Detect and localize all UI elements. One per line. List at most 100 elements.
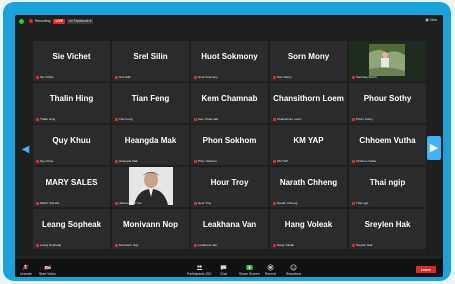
participant-tile[interactable]: Sie Vichet Sie Vichet (33, 41, 110, 81)
start-video-button[interactable]: Start Video (39, 264, 56, 276)
participant-label-text: Srel Silin (119, 75, 131, 79)
chevron-left-icon: ◀ (21, 144, 30, 155)
participant-label: Hang Voleak (273, 243, 294, 247)
participant-name: Thai ngip (369, 178, 406, 187)
participant-label: Sreylen Hak (352, 243, 372, 247)
muted-mic-icon (36, 75, 39, 79)
participant-label: Hour Troy (194, 201, 211, 205)
record-icon (267, 264, 274, 271)
participant-label: Sambaty Pedrh (352, 75, 377, 79)
smiley-icon (290, 264, 297, 271)
view-label: View (429, 18, 437, 22)
muted-mic-icon (36, 159, 39, 163)
camera-off-icon (44, 264, 51, 271)
participant-tile[interactable]: Phour Sothy Phour Sothy (349, 83, 426, 123)
security-shield-icon[interactable] (19, 18, 24, 24)
next-page-button[interactable]: ▶ (427, 136, 441, 160)
participant-name: Phour Sothy (363, 94, 412, 103)
participant-tile[interactable]: Sambaty Pedrh (349, 41, 426, 81)
participant-label-text: Hang Voleak (277, 243, 295, 247)
participant-label-text: Narath Chheng (277, 201, 298, 205)
reactions-button[interactable]: Reactions (286, 264, 301, 276)
muted-mic-icon (115, 117, 118, 121)
chat-bubble-icon (220, 265, 227, 271)
recording-label: Recording (35, 19, 51, 23)
unmute-label: Unmute (20, 272, 32, 276)
leave-meeting-button[interactable]: Leave (415, 266, 436, 273)
participant-label: Quy Khuu (36, 159, 53, 163)
participant-tile[interactable]: Jashan Janz Yeo (112, 167, 189, 207)
participant-name: KM YAP (293, 136, 324, 145)
participant-label-text: Sreylen Hak (356, 243, 373, 247)
participant-tile[interactable]: Srel Silin Srel Silin (112, 41, 189, 81)
participant-label-text: KM YAP (277, 159, 289, 163)
muted-mic-icon (352, 243, 355, 247)
participants-button[interactable]: Participants 252 (187, 264, 211, 276)
participant-name: Phon Sokhom (202, 136, 257, 145)
participant-tile[interactable]: KM YAP KM YAP (270, 125, 347, 165)
participant-tile[interactable]: Quy Khuu Quy Khuu (33, 125, 110, 165)
participant-label: Phour Sothy (352, 117, 373, 121)
participant-label: KM YAP (273, 159, 288, 163)
participant-tile[interactable]: Kem Chamnab Kem Chamnab (191, 83, 268, 123)
participant-label: Heangda Mak (115, 159, 138, 163)
participant-tile[interactable]: Tian Feng Tian Feng (112, 83, 189, 123)
participant-label: Kem Chamnab (194, 117, 218, 121)
participant-tile[interactable]: Leakhana Van Leakhana Van (191, 209, 268, 249)
participant-name: Chansithorn Loem (273, 94, 344, 103)
participant-tile[interactable]: MARY SALES MARY SALES (33, 167, 110, 207)
participant-tile[interactable]: Huot Sokmony Huot Sokmony (191, 41, 268, 81)
participant-name: Monivann Nop (122, 220, 179, 229)
muted-mic-icon (352, 117, 355, 121)
previous-page-button[interactable]: ◀ (21, 141, 30, 159)
participant-tile[interactable]: Sreylen Hak Sreylen Hak (349, 209, 426, 249)
participant-tile[interactable]: Hang Voleak Hang Voleak (270, 209, 347, 249)
view-button[interactable]: ▦ View (426, 18, 437, 22)
participant-name: Quy Khuu (52, 136, 91, 145)
reactions-label: Reactions (286, 272, 302, 276)
participant-tile[interactable]: Phon Sokhom Phon Sokhom (191, 125, 268, 165)
chat-button[interactable]: Chat (220, 264, 227, 276)
participant-tile[interactable]: Heangda Mak Heangda Mak (112, 125, 189, 165)
participant-label: MARY SALES (36, 201, 59, 205)
participant-label: Narath Chheng (273, 201, 297, 205)
participant-label-text: Kem Chamnab (198, 117, 219, 121)
participant-tile[interactable]: Monivann Nop Monivann Nop (112, 209, 189, 249)
participant-label-text: Sorn Mony (277, 75, 292, 79)
participant-tile[interactable]: Sorn Mony Sorn Mony (270, 41, 347, 81)
participant-name: Leang Sopheak (41, 220, 102, 229)
participant-label-text: Phour Sothy (356, 117, 373, 121)
participant-label: Leakhana Van (194, 243, 217, 247)
participant-name: Tian Feng (131, 94, 170, 103)
device-frame: Recording LIVE on Facebook ▾ ▦ View ◀ Si… (3, 2, 451, 281)
participant-name: Sie Vichet (52, 52, 91, 61)
participant-tile[interactable]: Thalin Hing Thalin Hing (33, 83, 110, 123)
unmute-button[interactable]: Unmute (20, 264, 32, 276)
live-destination-dropdown[interactable]: on Facebook ▾ (67, 18, 94, 24)
chat-label: Chat (220, 272, 228, 276)
meeting-toolbar: Unmute Start Video Participants 252 Chat… (15, 259, 443, 277)
participant-label: Srel Silin (115, 75, 131, 79)
participant-name: Huot Sokmony (201, 52, 258, 61)
muted-mic-icon (273, 117, 276, 121)
top-bar: Recording LIVE on Facebook ▾ ▦ View (15, 15, 443, 27)
participant-label-text: Tian Feng (119, 117, 133, 121)
participants-icon (196, 265, 203, 270)
participant-label-text: MARY SALES (40, 201, 60, 205)
participant-name: Thalin Hing (49, 94, 94, 103)
participant-label-text: Huot Sokmony (198, 75, 218, 79)
participant-tile[interactable]: Chhoem Vutha Chhoem Vutha (349, 125, 426, 165)
zoom-window: Recording LIVE on Facebook ▾ ▦ View ◀ Si… (15, 15, 443, 277)
participant-tile[interactable]: Hour Troy Hour Troy (191, 167, 268, 207)
participant-tile[interactable]: Narath Chheng Narath Chheng (270, 167, 347, 207)
participant-label: Chhoem Vutha (352, 159, 376, 163)
muted-mic-icon (36, 201, 39, 205)
participant-tile[interactable]: Leang Sopheak Leang Sopheak (33, 209, 110, 249)
record-button[interactable]: Record (265, 264, 276, 276)
participant-tile[interactable]: Chansithorn Loem Chansithorn Loem (270, 83, 347, 123)
gallery-grid: Sie Vichet Sie Vichet Srel Silin Srel Si… (33, 41, 427, 249)
participant-label-text: Jashan Janz Yeo (119, 201, 142, 205)
share-screen-button[interactable]: Share Screen (239, 264, 260, 276)
muted-mic-icon (273, 159, 276, 163)
participant-tile[interactable]: Thai ngip Thai ngip (349, 167, 426, 207)
